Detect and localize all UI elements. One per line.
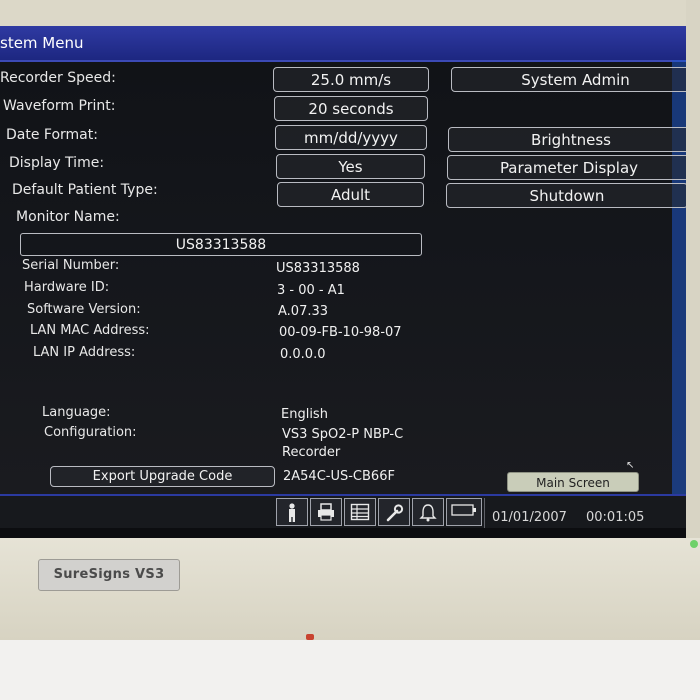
status-bar [0, 494, 686, 530]
hardware-id-value: 3 - 00 - A1 [277, 283, 345, 298]
pointer-cursor-icon: ↖ [626, 460, 635, 471]
status-divider [484, 498, 485, 528]
monitor-screen: stem Menu Recorder Speed: Waveform Print… [0, 26, 686, 538]
brightness-button[interactable]: Brightness [448, 127, 686, 152]
parameter-display-button[interactable]: Parameter Display [447, 155, 686, 180]
recorder-speed-button[interactable]: 25.0 mm/s [273, 67, 429, 92]
status-date: 01/01/2007 [492, 510, 567, 525]
system-admin-button[interactable]: System Admin [451, 67, 686, 92]
serial-number-value: US83313588 [276, 261, 360, 276]
device-bezel-top [0, 0, 700, 26]
language-value: English [281, 407, 328, 422]
configuration-value-line1: VS3 SpO2-P NBP-C [282, 427, 404, 442]
shutdown-button[interactable]: Shutdown [446, 183, 686, 208]
serial-number-label: Serial Number: [22, 258, 120, 273]
battery-icon [446, 498, 482, 526]
screen-edge [672, 60, 686, 500]
main-screen-button[interactable]: Main Screen [507, 472, 639, 492]
waveform-print-label: Waveform Print: [3, 98, 116, 114]
printer-icon[interactable] [310, 498, 342, 526]
monitor-name-field[interactable]: US83313588 [20, 233, 422, 256]
device-bezel-right [686, 0, 700, 560]
default-patient-type-button[interactable]: Adult [277, 182, 424, 207]
table-surface [0, 640, 700, 700]
date-format-button[interactable]: mm/dd/yyyy [275, 125, 427, 150]
status-bar-bottom [0, 528, 686, 538]
default-patient-type-label: Default Patient Type: [12, 182, 158, 198]
hardware-id-label: Hardware ID: [24, 280, 110, 295]
language-label: Language: [42, 405, 111, 420]
configuration-value-line2: Recorder [282, 445, 341, 460]
recorder-speed-label: Recorder Speed: [0, 70, 116, 86]
table-icon[interactable] [344, 498, 376, 526]
display-time-button[interactable]: Yes [276, 154, 425, 179]
surface-mark [306, 634, 314, 640]
patient-icon[interactable] [276, 498, 308, 526]
wrench-icon[interactable] [378, 498, 410, 526]
monitor-name-label: Monitor Name: [16, 209, 120, 225]
waveform-print-button[interactable]: 20 seconds [274, 96, 428, 121]
display-time-label: Display Time: [9, 155, 105, 171]
status-time: 00:01:05 [586, 510, 645, 525]
lan-ip-address-value: 0.0.0.0 [280, 347, 326, 362]
lan-mac-address-label: LAN MAC Address: [30, 323, 150, 338]
window-title: stem Menu [0, 34, 84, 52]
title-bar: stem Menu [0, 26, 686, 62]
export-upgrade-code-button[interactable]: Export Upgrade Code [50, 466, 275, 487]
lan-mac-address-value: 00-09-FB-10-98-07 [279, 325, 402, 340]
date-format-label: Date Format: [6, 127, 98, 143]
upgrade-code-value: 2A54C-US-CB66F [283, 469, 395, 484]
configuration-label: Configuration: [44, 425, 137, 440]
power-led-icon [690, 540, 698, 548]
brand-badge: SureSigns VS3 [38, 559, 180, 591]
bell-icon[interactable] [412, 498, 444, 526]
lan-ip-address-label: LAN IP Address: [33, 345, 136, 360]
software-version-label: Software Version: [27, 302, 141, 317]
software-version-value: A.07.33 [278, 304, 329, 319]
